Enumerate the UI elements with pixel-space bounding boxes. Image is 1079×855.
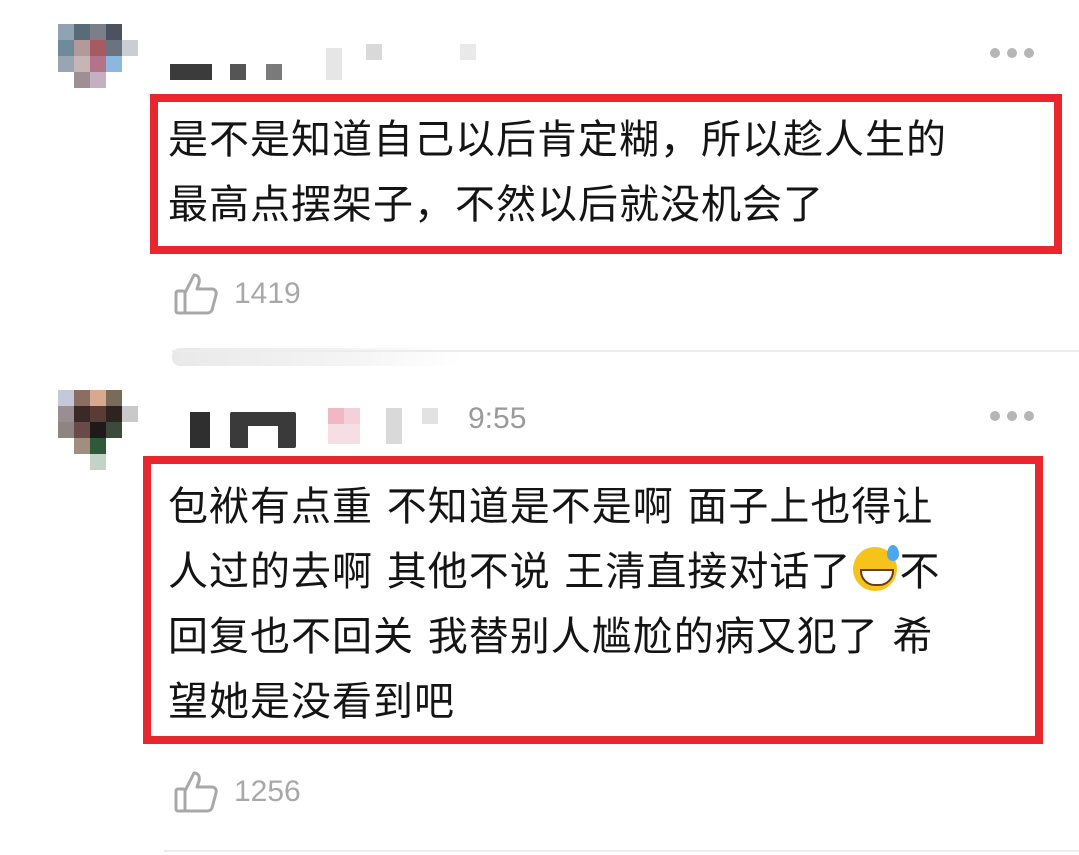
username-obscured[interactable] — [190, 404, 450, 448]
comment-text-line-2a: 人过的去啊 其他不说 王清直接对话了 — [168, 549, 852, 595]
comment-text-line-3: 回复也不回关 我替别人尴尬的病又犯了 希 — [168, 614, 934, 660]
comment-text-line-1: 包袱有点重 不知道是不是啊 面子上也得让 — [168, 484, 934, 530]
grinning-sweat-emoji — [853, 545, 900, 591]
comment-timestamp: 9:55 — [468, 402, 527, 435]
like-count: 1256 — [234, 775, 301, 808]
more-dots-icon[interactable] — [990, 410, 1036, 422]
comment-text-line-2: 人过的去啊 其他不说 王清直接对话了 不 — [168, 540, 940, 605]
comment-text-line-4: 望她是没看到吧 — [168, 679, 455, 725]
comment-2: 9:55 包袱有点重 不知道是不是啊 面子上也得让 人过的去啊 其他不说 王清直… — [0, 0, 1079, 855]
like-button[interactable]: 1256 — [172, 768, 301, 816]
comment-text-line-2b: 不 — [899, 549, 941, 595]
thumbs-up-icon — [174, 771, 218, 813]
divider — [164, 850, 1079, 852]
avatar[interactable] — [58, 390, 138, 470]
